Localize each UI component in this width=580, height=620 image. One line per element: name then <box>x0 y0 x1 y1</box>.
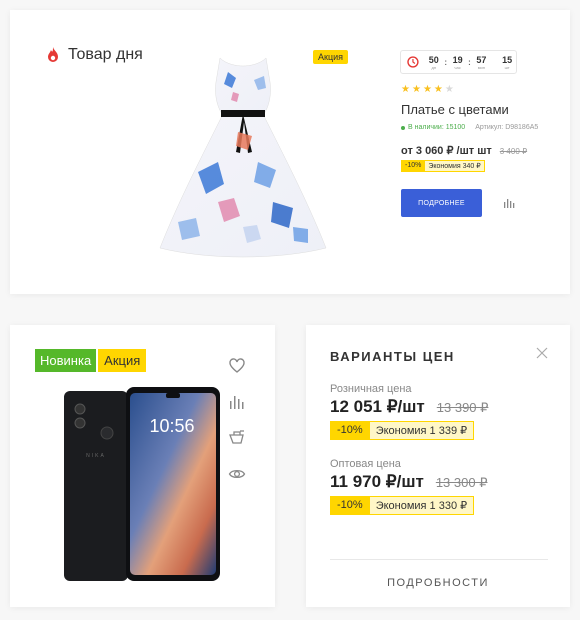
rating-stars: ★★★★★ <box>401 84 456 95</box>
timer-hours-label: час <box>454 64 461 70</box>
wholesale-price-label: Оптовая цена <box>330 458 401 470</box>
discount-percent-badge: -10% <box>401 160 426 172</box>
star-icon: ★ <box>433 84 445 95</box>
wholesale-price: 11 970 ₽/шт <box>330 472 424 491</box>
fire-icon <box>48 47 58 62</box>
deal-of-day-card: Товар дня Акция 50 дн: 19 час: 57 мин … <box>10 10 570 294</box>
compare-icon[interactable] <box>228 393 246 411</box>
saving-badge: Экономия 1 339 ₽ <box>369 421 475 440</box>
svg-text:10:56: 10:56 <box>149 416 194 436</box>
retail-discount-row: -10% Экономия 1 339 ₽ <box>330 421 488 440</box>
timer-minutes-label: мин <box>477 64 485 70</box>
wholesale-price-block: Оптовая цена 11 970 ₽/шт 13 300 ₽ -10% Э… <box>330 458 487 515</box>
deal-price: от 3 060 ₽ /шт шт <box>401 145 492 157</box>
wholesale-discount-row: -10% Экономия 1 330 ₽ <box>330 496 487 515</box>
deal-old-price: 3 400 ₽ <box>499 147 528 156</box>
deal-title-text: Товар дня <box>68 46 143 63</box>
retail-price-block: Розничная цена 12 051 ₽/шт 13 390 ₽ -10%… <box>330 383 488 440</box>
timer-seconds: 15 шт <box>498 55 516 70</box>
product-badges: Новинка Акция <box>35 349 147 372</box>
deal-title: Товар дня <box>46 46 143 64</box>
product-actions <box>228 357 246 483</box>
discount-percent-badge: -10% <box>330 496 370 515</box>
saving-badge: Экономия 340 ₽ <box>425 160 485 172</box>
timer-minutes-value: 57 <box>476 54 487 65</box>
svg-text:NIKA: NIKA <box>86 453 106 459</box>
timer-days-label: дн <box>431 64 437 70</box>
timer-seconds-value: 15 <box>502 54 513 65</box>
star-icon: ★ <box>422 84 434 95</box>
divider <box>330 559 548 560</box>
timer-seconds-label: шт <box>504 64 510 70</box>
phone-product-image[interactable]: NIKA 10:56 <box>62 387 222 583</box>
sale-badge: Акция <box>98 349 147 372</box>
retail-old-price: 13 390 ₽ <box>436 400 489 415</box>
stock-line: В наличии: 15100 Артикул: D98186A5 <box>401 124 538 131</box>
deal-price-line: от 3 060 ₽ /шт шт 3 400 ₽ <box>401 144 527 157</box>
eye-icon[interactable] <box>228 465 246 483</box>
deal-discount-row: -10% Экономия 340 ₽ <box>401 160 485 172</box>
price-variants-title: ВАРИАНТЫ ЦЕН <box>330 349 455 364</box>
wholesale-price-row: 11 970 ₽/шт 13 300 ₽ <box>330 472 487 492</box>
star-empty-icon: ★ <box>444 84 456 95</box>
heart-icon[interactable] <box>228 357 246 375</box>
cart-icon[interactable] <box>228 429 246 447</box>
new-badge: Новинка <box>35 349 97 372</box>
dress-product-image[interactable] <box>158 52 328 258</box>
close-icon[interactable] <box>536 347 548 359</box>
timer-days-value: 50 <box>428 54 439 65</box>
retail-price: 12 051 ₽/шт <box>330 397 425 416</box>
timer-days: 50 дн <box>425 55 443 70</box>
timer-hours: 19 час <box>449 55 467 70</box>
retail-price-row: 12 051 ₽/шт 13 390 ₽ <box>330 397 488 417</box>
in-stock-dot-icon <box>401 125 405 130</box>
sale-badge: Акция <box>313 50 348 64</box>
product-name-link[interactable]: Платье с цветами <box>401 102 509 117</box>
clock-icon <box>407 56 419 68</box>
countdown-timer: 50 дн : 19 час : 57 мин 15 шт <box>400 50 517 74</box>
timer-minutes: 57 мин <box>472 55 490 70</box>
retail-price-label: Розничная цена <box>330 383 412 395</box>
price-variants-card: ВАРИАНТЫ ЦЕН Розничная цена 12 051 ₽/шт … <box>306 325 570 607</box>
stock-status: В наличии: 15100 <box>401 124 465 131</box>
product-card: Новинка Акция NIKA 10:56 <box>10 325 275 607</box>
saving-badge: Экономия 1 330 ₽ <box>369 496 475 515</box>
more-details-button[interactable]: ПОДРОБНЕЕ <box>401 189 482 217</box>
details-link[interactable]: ПОДРОБНОСТИ <box>306 577 570 589</box>
star-icon: ★ <box>401 84 412 95</box>
article-text: Артикул: D98186A5 <box>475 124 539 131</box>
wholesale-old-price: 13 300 ₽ <box>435 475 488 490</box>
compare-icon[interactable] <box>503 197 515 209</box>
stock-text: В наличии: 15100 <box>408 124 466 131</box>
timer-hours-value: 19 <box>452 54 463 65</box>
star-icon: ★ <box>411 84 423 95</box>
discount-percent-badge: -10% <box>330 421 370 440</box>
